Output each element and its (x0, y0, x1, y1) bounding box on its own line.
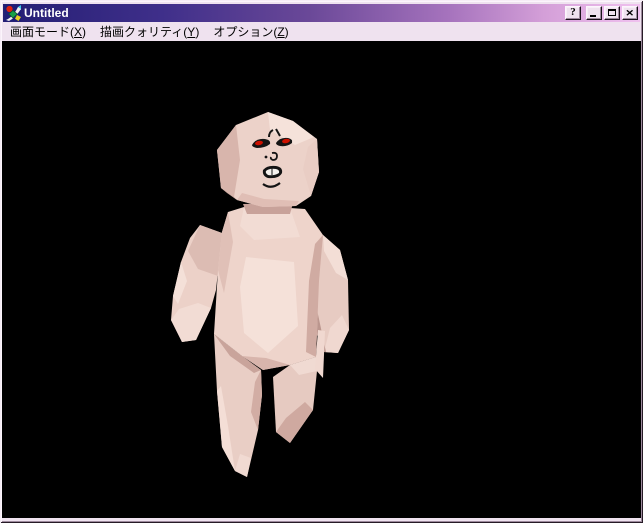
maximize-icon (608, 9, 616, 16)
minimize-button[interactable] (586, 6, 602, 20)
titlebar-buttons: ? ✕ (565, 6, 638, 20)
menu-render-quality[interactable]: 描画クォリティ(Y) (93, 21, 206, 43)
menu-screen-mode[interactable]: 画面モード(X) (3, 21, 93, 43)
maximize-button[interactable] (604, 6, 620, 20)
minimize-icon (590, 15, 596, 17)
app-window: Untitled ? ✕ 画面モード(X) 描画クォリティ(Y) オプション(Z… (0, 0, 643, 523)
menubar: 画面モード(X) 描画クォリティ(Y) オプション(Z) (2, 22, 641, 41)
close-button[interactable]: ✕ (622, 6, 638, 20)
close-icon: ✕ (626, 9, 635, 18)
menu-options[interactable]: オプション(Z) (206, 21, 295, 43)
nostril (265, 156, 268, 159)
render-scene (2, 41, 641, 518)
help-icon: ? (570, 7, 576, 18)
render-viewport[interactable] (2, 41, 641, 518)
help-button[interactable]: ? (565, 6, 581, 20)
figure-torso (214, 203, 323, 370)
window-title: Untitled (24, 4, 565, 22)
titlebar[interactable]: Untitled ? ✕ (3, 4, 640, 22)
app-icon[interactable] (5, 5, 21, 21)
